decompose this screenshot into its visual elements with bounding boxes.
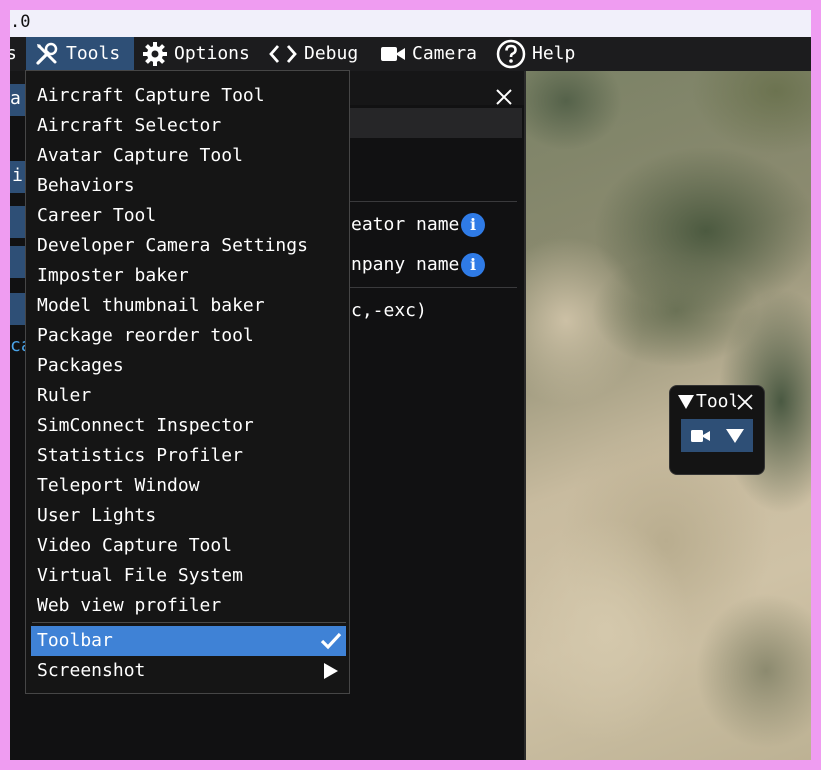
menu-item-avatar-capture-tool[interactable]: Avatar Capture Tool	[37, 141, 243, 171]
app-window: .0 s Tools Options Debug Camera Help a i…	[10, 10, 811, 760]
menu-help-label: Help	[532, 43, 576, 64]
menu-item-toolbar-label: Toolbar	[37, 630, 113, 651]
camera-icon	[381, 46, 405, 61]
menu-truncated[interactable]: s	[10, 37, 17, 70]
menu-tools-label: Tools	[66, 43, 121, 64]
arguments-text: c,-exc)	[351, 300, 427, 321]
editor-tab-2[interactable]: i	[10, 161, 26, 193]
menu-bar: s Tools Options Debug Camera Help	[10, 37, 811, 71]
menu-item-model-thumbnail-baker[interactable]: Model thumbnail baker	[37, 291, 265, 321]
menu-divider	[32, 622, 346, 623]
editor-tab-4[interactable]	[10, 246, 26, 278]
collapse-triangle-icon[interactable]	[678, 395, 694, 409]
info-icon[interactable]: i	[461, 213, 485, 237]
menu-item-simconnect-inspector[interactable]: SimConnect Inspector	[37, 411, 254, 441]
tools-dropdown-menu: Aircraft Capture Tool Aircraft Selector …	[25, 70, 350, 694]
editor-tab-1-fragment: a	[10, 88, 21, 109]
toolbar-window-titlebar[interactable]: Toolbar	[670, 386, 764, 418]
toolbar-window: Toolbar	[669, 385, 765, 475]
toolbar-window-title: Toolbar	[696, 391, 736, 412]
company-name-label: npany name	[351, 254, 460, 275]
tools-icon	[36, 42, 58, 65]
submenu-arrow-icon	[324, 663, 338, 679]
title-bar: .0	[10, 10, 811, 37]
creator-name-label: eator name	[351, 214, 460, 235]
menu-options[interactable]: Options	[142, 37, 250, 70]
menu-item-screenshot-label: Screenshot	[37, 660, 146, 681]
toolbar-buttons	[681, 419, 753, 452]
menu-debug-label: Debug	[304, 43, 359, 64]
code-icon	[269, 44, 297, 63]
menu-item-video-capture-tool[interactable]: Video Capture Tool	[37, 531, 232, 561]
menu-item-career-tool[interactable]: Career Tool	[37, 201, 156, 231]
menu-item-teleport-window[interactable]: Teleport Window	[37, 471, 200, 501]
editor-tab-5[interactable]	[10, 293, 26, 325]
menu-item-imposter-baker[interactable]: Imposter baker	[37, 261, 189, 291]
close-icon[interactable]	[494, 87, 514, 107]
menu-item-user-lights[interactable]: User Lights	[37, 501, 156, 531]
menu-item-ruler[interactable]: Ruler	[37, 381, 91, 411]
menu-truncated-label: s	[10, 43, 17, 64]
dropdown-triangle-icon[interactable]	[726, 429, 744, 443]
menu-item-toolbar[interactable]: Toolbar	[31, 626, 346, 656]
separator	[350, 201, 517, 202]
menu-tools[interactable]: Tools	[26, 37, 134, 70]
editor-tab-1[interactable]: a	[10, 84, 26, 116]
gear-icon	[143, 41, 167, 66]
checkmark-icon	[320, 632, 342, 650]
menu-item-aircraft-selector[interactable]: Aircraft Selector	[37, 111, 221, 141]
camera-icon[interactable]	[691, 429, 711, 443]
menu-debug[interactable]: Debug	[268, 37, 358, 70]
help-icon	[496, 39, 526, 68]
menu-camera-label: Camera	[412, 43, 478, 64]
menu-item-statistics-profiler[interactable]: Statistics Profiler	[37, 441, 243, 471]
menu-item-package-reorder-tool[interactable]: Package reorder tool	[37, 321, 254, 351]
menu-camera[interactable]: Camera	[380, 37, 477, 70]
menu-item-virtual-file-system[interactable]: Virtual File System	[37, 561, 243, 591]
separator	[350, 287, 517, 288]
menu-help[interactable]: Help	[496, 37, 575, 70]
menu-item-packages[interactable]: Packages	[37, 351, 124, 381]
editor-tab-3[interactable]	[10, 206, 26, 238]
window-title: .0	[10, 12, 31, 32]
menu-options-label: Options	[174, 43, 250, 64]
editor-tab-2-fragment: i	[12, 165, 23, 186]
menu-item-screenshot[interactable]: Screenshot	[37, 656, 338, 686]
menu-item-web-view-profiler[interactable]: Web view profiler	[37, 591, 221, 621]
menu-item-behaviors[interactable]: Behaviors	[37, 171, 135, 201]
close-icon[interactable]	[737, 394, 753, 410]
menu-item-developer-camera-settings[interactable]: Developer Camera Settings	[37, 231, 308, 261]
menu-item-aircraft-capture-tool[interactable]: Aircraft Capture Tool	[37, 81, 265, 111]
info-icon[interactable]: i	[461, 253, 485, 277]
